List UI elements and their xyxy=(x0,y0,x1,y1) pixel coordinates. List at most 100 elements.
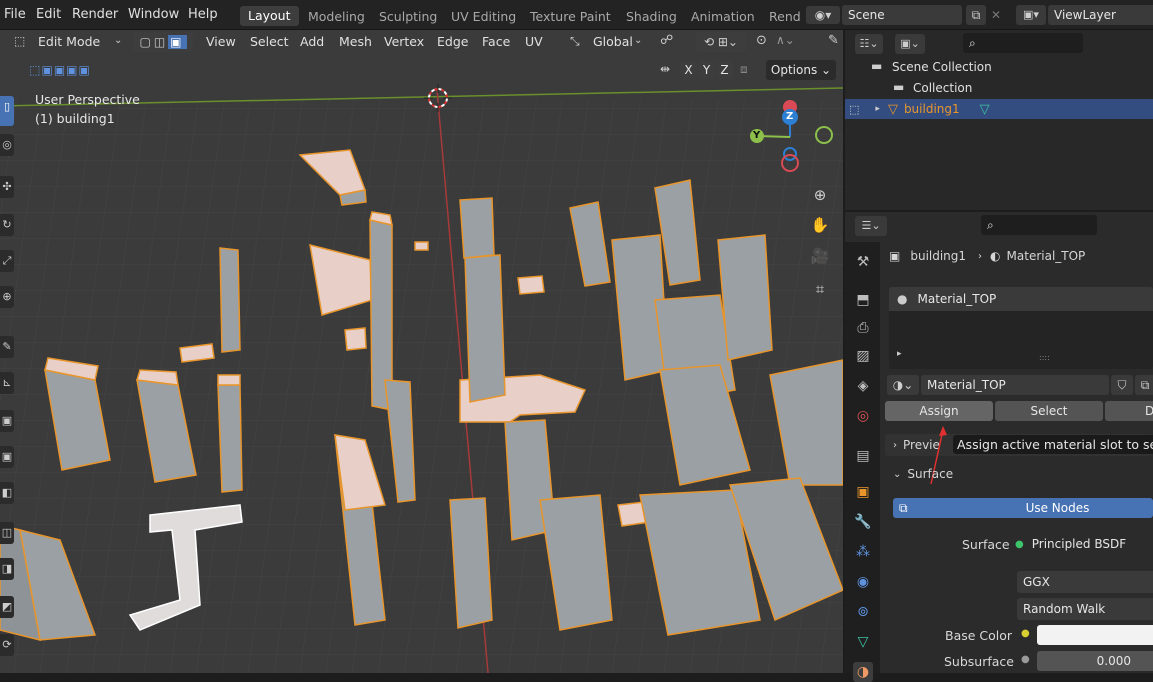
render-tab-icon[interactable]: ⬒ xyxy=(853,290,873,310)
menu-uv[interactable]: UV xyxy=(525,34,543,49)
new-scene-icon[interactable]: ⧉ xyxy=(966,5,986,25)
tab-layout[interactable]: Layout xyxy=(240,6,299,26)
auto-merge-icon[interactable]: ⧈ xyxy=(740,62,748,77)
outliner-row-building1[interactable]: ⬚ ▸ ▽ building1 ▽ xyxy=(845,99,1153,119)
chevron-down-icon[interactable]: ⌄ xyxy=(114,35,122,46)
view-layer-field[interactable]: ViewLayer xyxy=(1048,5,1153,25)
outliner-search-input[interactable]: ⌕ xyxy=(963,33,1083,53)
scene-tab-icon[interactable]: ◈ xyxy=(853,376,873,396)
scene-name-field[interactable]: Scene xyxy=(842,5,962,25)
mode-selector[interactable]: Edit Mode xyxy=(38,34,100,49)
menu-help[interactable]: Help xyxy=(188,7,218,22)
menu-edit[interactable]: Edit xyxy=(36,7,61,22)
menu-edge[interactable]: Edge xyxy=(437,34,468,49)
expand-arrow-icon[interactable]: ▸ xyxy=(897,349,902,359)
material-browse-icon[interactable]: ◑⌄ xyxy=(887,375,919,395)
3d-viewport[interactable]: Z Y ⬚ Edit Mode ⌄ ▢◫ ▣ View Select Add Me… xyxy=(0,30,843,673)
poly-build-tool-icon[interactable]: ◩ xyxy=(0,596,14,618)
options-dropdown[interactable]: Options ⌄ xyxy=(766,60,836,80)
collection-label[interactable]: Collection xyxy=(913,81,972,95)
mode-toggle-icon[interactable]: ⬚ xyxy=(849,103,859,116)
use-nodes-button[interactable]: ⧉ Use Nodes xyxy=(893,498,1153,518)
resize-handle[interactable]: :::: xyxy=(1039,353,1050,362)
properties-search-input[interactable]: ⌕ xyxy=(981,215,1097,235)
object-name[interactable]: building1 xyxy=(904,102,960,116)
tab-animation[interactable]: Animation xyxy=(691,9,755,24)
material-slot-name[interactable]: Material_TOP xyxy=(917,292,996,306)
subsurface-method-dropdown[interactable]: Random Walk xyxy=(1017,598,1153,620)
cursor-tool-icon[interactable]: ◎ xyxy=(0,134,14,156)
falloff-icon[interactable]: ∧⌄ xyxy=(776,33,795,47)
move-tool-icon[interactable]: ✣ xyxy=(0,176,14,198)
collection-tab-icon[interactable]: ▤ xyxy=(853,446,873,466)
tab-uv-editing[interactable]: UV Editing xyxy=(451,9,516,24)
input-socket-dot[interactable]: ● xyxy=(1021,654,1030,665)
menu-select[interactable]: Select xyxy=(250,34,289,49)
output-tab-icon[interactable]: ⎙ xyxy=(853,318,873,338)
extrude-tool-icon[interactable]: ▣ xyxy=(0,410,14,432)
tab-texture-paint[interactable]: Texture Paint xyxy=(530,9,611,24)
mirror-y-button[interactable]: Y xyxy=(698,61,715,79)
material-name-field[interactable]: Material_TOP xyxy=(921,375,1109,395)
expand-arrow-icon[interactable]: ▸ xyxy=(875,104,880,114)
material-tab-icon[interactable]: ◑ xyxy=(853,662,873,682)
zoom-icon[interactable]: ⊕ xyxy=(808,183,832,207)
chevron-down-icon[interactable]: ⌄ xyxy=(634,35,642,46)
scene-browse-icon[interactable]: ◉▾ xyxy=(806,6,840,24)
menu-vertex[interactable]: Vertex xyxy=(384,34,424,49)
mesh-data-icon[interactable]: ▽ xyxy=(980,102,990,117)
ortho-grid-icon[interactable]: ⌗ xyxy=(808,277,832,301)
gizmo-y-label[interactable]: Y xyxy=(753,130,760,141)
scale-tool-icon[interactable]: ⤢ xyxy=(0,250,14,272)
physics-tab-icon[interactable]: ◉ xyxy=(853,572,873,592)
selection-mode-icons[interactable]: ⬚▣▣▣▣ xyxy=(10,61,110,79)
delete-scene-icon[interactable]: ✕ xyxy=(988,5,1004,25)
material-slot-row[interactable]: ● Material_TOP xyxy=(889,287,1153,311)
duplicate-material-icon[interactable]: ⧉ xyxy=(1135,375,1153,395)
distribution-dropdown[interactable]: GGX xyxy=(1017,571,1153,593)
assign-button[interactable]: Assign xyxy=(885,401,993,421)
camera-icon[interactable]: 🎥 xyxy=(808,244,832,268)
menu-window[interactable]: Window xyxy=(128,7,179,22)
display-mode-icon[interactable]: ☷⌄ xyxy=(855,34,883,54)
proportional-edit-icon[interactable]: ⊙ xyxy=(756,33,767,48)
subsurface-value-field[interactable]: 0.000 xyxy=(1037,651,1153,671)
mirror-icon[interactable]: ⇹ xyxy=(660,62,670,76)
measure-tool-icon[interactable]: ⊾ xyxy=(0,372,14,394)
pan-hand-icon[interactable]: ✋ xyxy=(808,213,832,237)
pivot-point-icon[interactable]: ☍ xyxy=(660,33,673,48)
knife-tool-icon[interactable]: ◨ xyxy=(0,558,14,580)
transform-orientation-icon[interactable]: ⤡ xyxy=(570,34,580,49)
annotate-tool-icon[interactable]: ✎ xyxy=(0,336,14,358)
orientation-selector[interactable]: Global xyxy=(593,34,633,49)
object-tab-icon[interactable]: ▣ xyxy=(853,482,873,502)
tab-sculpting[interactable]: Sculpting xyxy=(379,9,437,24)
editor-type-icon[interactable]: ⬚ xyxy=(14,34,25,48)
fake-user-shield-icon[interactable]: ⛉ xyxy=(1111,375,1133,395)
bevel-tool-icon[interactable]: ◧ xyxy=(0,482,14,504)
tool-tab-icon[interactable]: ⚒ xyxy=(853,252,873,272)
menu-file[interactable]: File xyxy=(4,7,26,22)
scene-collection-label[interactable]: Scene Collection xyxy=(892,60,992,74)
deselect-button[interactable]: Des xyxy=(1105,401,1153,421)
select-button[interactable]: Select xyxy=(995,401,1103,421)
world-tab-icon[interactable]: ◎ xyxy=(853,406,873,426)
overlay-icon[interactable]: ✎ xyxy=(828,33,839,48)
gizmo-z-label[interactable]: Z xyxy=(786,111,793,122)
surface-panel-header[interactable]: ⌄ Surface xyxy=(885,463,1153,485)
data-tab-icon[interactable]: ▽ xyxy=(853,632,873,652)
snap-icon[interactable]: ⟲ ⊞⌄ xyxy=(696,32,746,52)
filter-icon[interactable]: ▣⌄ xyxy=(895,34,925,54)
mirror-x-button[interactable]: X xyxy=(680,61,697,79)
inset-tool-icon[interactable]: ▣ xyxy=(0,446,14,468)
tab-modeling[interactable]: Modeling xyxy=(308,9,365,24)
loop-cut-tool-icon[interactable]: ◫ xyxy=(0,522,14,544)
base-color-swatch[interactable] xyxy=(1037,625,1153,645)
input-socket-dot[interactable]: ● xyxy=(1021,628,1030,639)
rotate-tool-icon[interactable]: ↻ xyxy=(0,214,14,236)
constraints-tab-icon[interactable]: ⊚ xyxy=(853,602,873,622)
select-box-tool-icon[interactable]: ▯ xyxy=(0,96,14,126)
select-mode-icons[interactable]: ▢◫ ▣ xyxy=(133,32,193,52)
transform-tool-icon[interactable]: ⊕ xyxy=(0,286,14,308)
view-layer-browse-icon[interactable]: ▣▾ xyxy=(1016,5,1046,25)
